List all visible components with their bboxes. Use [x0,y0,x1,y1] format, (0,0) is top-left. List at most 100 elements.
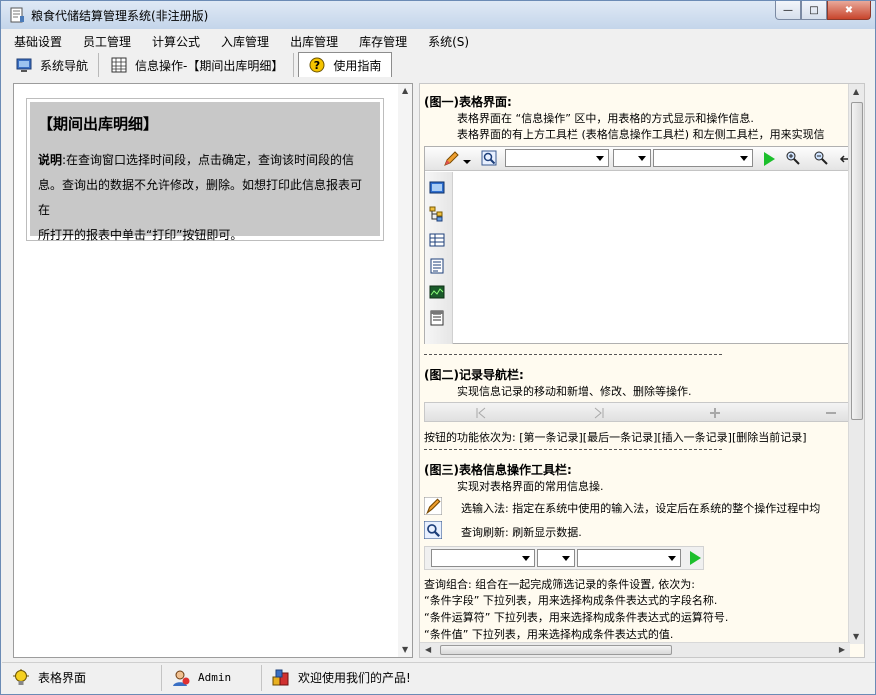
desc-line-1: :在查询窗口选择时间段，点击确定，查询该时间段的信 [62,153,355,167]
menu-inventory[interactable]: 库存管理 [347,31,416,51]
insert-record-icon [710,408,720,418]
tab-label: 信息操作-【期间出库明细】 [135,58,284,73]
blocks-icon [272,669,289,685]
search-refresh-icon [481,150,497,166]
demo-value-combo[interactable] [653,149,753,167]
document-icon [430,258,444,274]
status-table-view: 表格界面 [2,664,162,691]
menu-staff[interactable]: 员工管理 [71,31,140,51]
demo-operator-combo[interactable] [613,149,651,167]
scroll-left-arrow[interactable]: ◀ [425,645,431,654]
demo-field-combo[interactable] [505,149,609,167]
first-record-icon [476,407,486,419]
window-controls: — □ ✖ [775,1,871,21]
monitor-icon [429,181,445,194]
monitor-icon [16,58,32,72]
dropdown-arrow-icon [463,160,471,164]
fig1-title: (图一)表格界面: [424,95,512,109]
guide-horizontal-scrollbar[interactable]: ◀ ▶ [420,642,850,657]
tab-info-operation[interactable]: 信息操作-【期间出库明细】 [99,53,295,77]
status-text-2: Admin [198,671,232,684]
last-record-icon [594,407,604,419]
menu-bar: 基础设置 员工管理 计算公式 入库管理 出库管理 库存管理 系统(S) [2,31,478,51]
demo-toolbar [425,147,850,171]
table-demo-figure [424,146,850,344]
record-nav-figure [424,402,850,422]
scroll-down-arrow[interactable]: ▼ [402,645,408,654]
user-icon [173,670,190,686]
fig3-line-1: 实现对表格界面的常用信息操. [457,480,604,493]
info-frame: 【期间出库明细】 说明:在查询窗口选择时间段，点击确定，查询该时间段的信 息。查… [26,98,384,242]
desc-line-2: 息。查询出的数据不允许修改，删除。如想打印此信息报表可在 [38,178,363,217]
fig2-title: (图二)记录导航栏: [424,368,524,382]
desc-line-3: 所打开的报表中单击“打印”按钮即可。 [38,228,243,242]
search-refresh-icon [424,521,442,539]
menu-system[interactable]: 系统(S) [416,31,478,51]
table-icon [429,233,445,247]
status-user: Admin [162,664,262,691]
title-bar[interactable]: 粮食代储结算管理系统(非注册版) — □ ✖ [1,1,875,29]
scroll-thumb[interactable] [440,645,672,655]
fig3-refresh: 查询刷新: 刷新显示数据. [461,526,582,539]
tab-system-nav[interactable]: 系统导航 [2,53,100,77]
minimize-button[interactable]: — [775,1,801,20]
condition-value-combo[interactable] [577,549,681,567]
left-info-panel: 【期间出库明细】 说明:在查询窗口选择时间段，点击确定，查询该时间段的信 息。查… [13,83,413,658]
combo-line-2: “条件字段” 下拉列表，用来选择构成条件表达式的字段名称. [424,594,718,607]
menu-outbound[interactable]: 出库管理 [278,31,347,51]
app-window: 粮食代储结算管理系统(非注册版) — □ ✖ 基础设置 员工管理 计算公式 入库… [0,0,876,695]
scroll-up-arrow[interactable]: ▲ [402,86,408,95]
fig2-line-1: 实现信息记录的移动和新增、修改、删除等操作. [457,385,692,398]
left-scrollbar[interactable]: ▲ ▼ [398,84,412,657]
tree-icon [429,206,443,222]
scroll-thumb[interactable] [851,102,863,420]
tab-label: 系统导航 [40,58,89,73]
combo-line-4: “条件值” 下拉列表，用来选择构成条件表达式的值. [424,628,674,641]
close-button[interactable]: ✖ [827,1,871,20]
fig2-line-2: 按钮的功能依次为: [第一条记录][最后一条记录][插入一条记录][删除当前记录… [424,431,807,444]
scroll-up-arrow[interactable]: ▲ [853,87,859,96]
tab-user-guide[interactable]: ? 使用指南 [298,52,393,77]
zoom-out-icon [814,151,828,165]
status-welcome: 欢迎使用我们的产品! [262,665,682,691]
guide-panel: (图一)表格界面: 表格界面在 “信息操作” 区中，用表格的方式显示和操作信息.… [419,83,865,658]
info-title: 【期间出库明细】 [38,115,159,133]
zoom-in-icon [786,151,800,165]
svg-text:?: ? [314,59,320,72]
play-icon [764,152,775,166]
separator-1 [424,354,722,355]
demo-side-toolbar [425,172,453,344]
guide-vertical-scrollbar[interactable]: ▲ ▼ [848,84,864,644]
chart-icon [429,285,445,299]
print-icon [430,310,444,326]
app-icon [10,7,24,23]
scroll-right-arrow[interactable]: ▶ [839,645,845,654]
guide-content: (图一)表格界面: 表格界面在 “信息操作” 区中，用表格的方式显示和操作信息.… [420,84,850,644]
status-text-1: 表格界面 [38,671,87,685]
pencil-icon [444,151,459,166]
window-title: 粮食代储结算管理系统(非注册版) [31,9,209,23]
menu-basic-settings[interactable]: 基础设置 [2,31,71,51]
fig1-line-2: 表格界面的有上方工具栏 (表格信息操作工具栏) 和左侧工具栏，用来实现信 [457,128,825,141]
pencil-icon [424,497,442,515]
lightbulb-icon [13,668,29,685]
help-icon: ? [309,57,325,73]
combo-line-1: 查询组合: 组合在一起完成筛选记录的条件设置, 依次为: [424,578,695,591]
fig1-line-1: 表格界面在 “信息操作” 区中，用表格的方式显示和操作信息. [457,112,754,125]
separator-2 [424,449,722,450]
delete-record-icon [826,412,836,414]
status-text-3: 欢迎使用我们的产品! [298,671,411,685]
maximize-button[interactable]: □ [801,1,827,20]
tab-bar: 系统导航 信息操作-【期间出库明细】 ? 使用指南 [2,51,393,77]
menu-formula[interactable]: 计算公式 [140,31,209,51]
fig3-input-method: 选输入法: 指定在系统中使用的输入法，设定后在系统的整个操作过程中均 [461,502,821,515]
status-bar: 表格界面 Admin 欢迎使用我们的产品! [2,662,875,692]
query-combo-figure [424,546,704,570]
play-icon [690,551,701,565]
condition-operator-combo[interactable] [537,549,575,567]
grid-icon [111,57,127,73]
scroll-down-arrow[interactable]: ▼ [853,632,859,641]
combo-line-3: “条件运算符” 下拉列表，用来选择构成条件表达式的运算符号. [424,611,729,624]
condition-field-combo[interactable] [431,549,535,567]
menu-inbound[interactable]: 入库管理 [209,31,278,51]
